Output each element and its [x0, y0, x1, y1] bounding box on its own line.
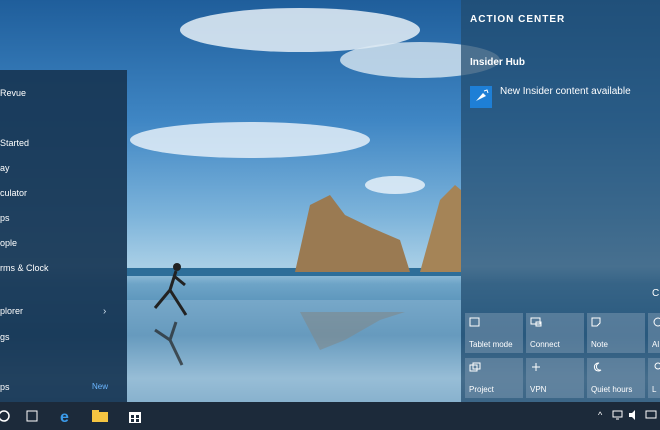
start-item-revue[interactable]: Revue	[0, 88, 26, 98]
file-explorer-icon[interactable]	[88, 402, 112, 430]
vpn-icon	[532, 363, 540, 371]
start-item-alarms-clock[interactable]: rms & Clock	[0, 263, 49, 273]
chevron-up-icon[interactable]: ^	[598, 410, 602, 420]
tile-label: Tablet mode	[469, 340, 513, 349]
start-item-settings[interactable]: gs	[0, 332, 10, 342]
connect-icon	[530, 317, 542, 327]
tile-all-settings[interactable]: Al	[648, 313, 660, 353]
note-icon	[591, 317, 601, 327]
settings-icon	[653, 317, 660, 327]
start-menu	[0, 70, 127, 402]
tile-connect[interactable]: Connect	[526, 313, 584, 353]
tile-project[interactable]: Project	[465, 358, 523, 398]
chevron-right-icon[interactable]: ›	[103, 306, 106, 317]
tile-label: Quiet hours	[591, 385, 633, 394]
tile-label: Al	[652, 340, 660, 349]
tablet-mode-icon	[469, 317, 480, 327]
insider-hub-app-icon	[470, 86, 492, 108]
start-item-calculator[interactable]: culator	[0, 188, 27, 198]
start-item-get-started[interactable]: Started	[0, 138, 29, 148]
tile-vpn[interactable]: VPN	[526, 358, 584, 398]
start-item-file-explorer[interactable]: plorer	[0, 306, 23, 316]
edge-icon[interactable]: e	[55, 402, 79, 430]
network-icon[interactable]	[612, 410, 624, 422]
search-icon[interactable]	[0, 402, 14, 430]
notification-group-title[interactable]: Insider Hub	[470, 57, 525, 68]
start-item-play[interactable]: ay	[0, 163, 10, 173]
tile-location[interactable]: L	[648, 358, 660, 398]
tile-quiet-hours[interactable]: Quiet hours	[587, 358, 645, 398]
collapse-link[interactable]: C	[652, 288, 659, 299]
new-badge: New	[92, 382, 109, 391]
tile-label: VPN	[530, 385, 547, 394]
start-item-maps[interactable]: ps	[0, 213, 10, 223]
start-item-all-apps[interactable]: ps	[0, 382, 10, 392]
tile-label: L	[652, 385, 657, 394]
location-icon	[654, 362, 660, 370]
message-icon[interactable]	[645, 410, 657, 422]
project-icon	[469, 362, 481, 372]
tile-label: Connect	[530, 340, 560, 349]
tile-tablet-mode[interactable]: Tablet mode	[465, 313, 523, 353]
quiet-hours-icon	[593, 362, 602, 372]
tile-label: Note	[591, 340, 608, 349]
volume-icon[interactable]	[628, 410, 640, 422]
tile-label: Project	[469, 385, 494, 394]
action-center-title: ACTION CENTER	[470, 14, 566, 25]
task-view-icon[interactable]	[20, 402, 44, 430]
svg-text:e: e	[60, 409, 69, 425]
start-item-people[interactable]: ople	[0, 238, 17, 248]
notification-text[interactable]: New Insider content available	[500, 86, 631, 97]
tile-note[interactable]: Note	[587, 313, 645, 353]
store-icon[interactable]	[123, 402, 147, 430]
